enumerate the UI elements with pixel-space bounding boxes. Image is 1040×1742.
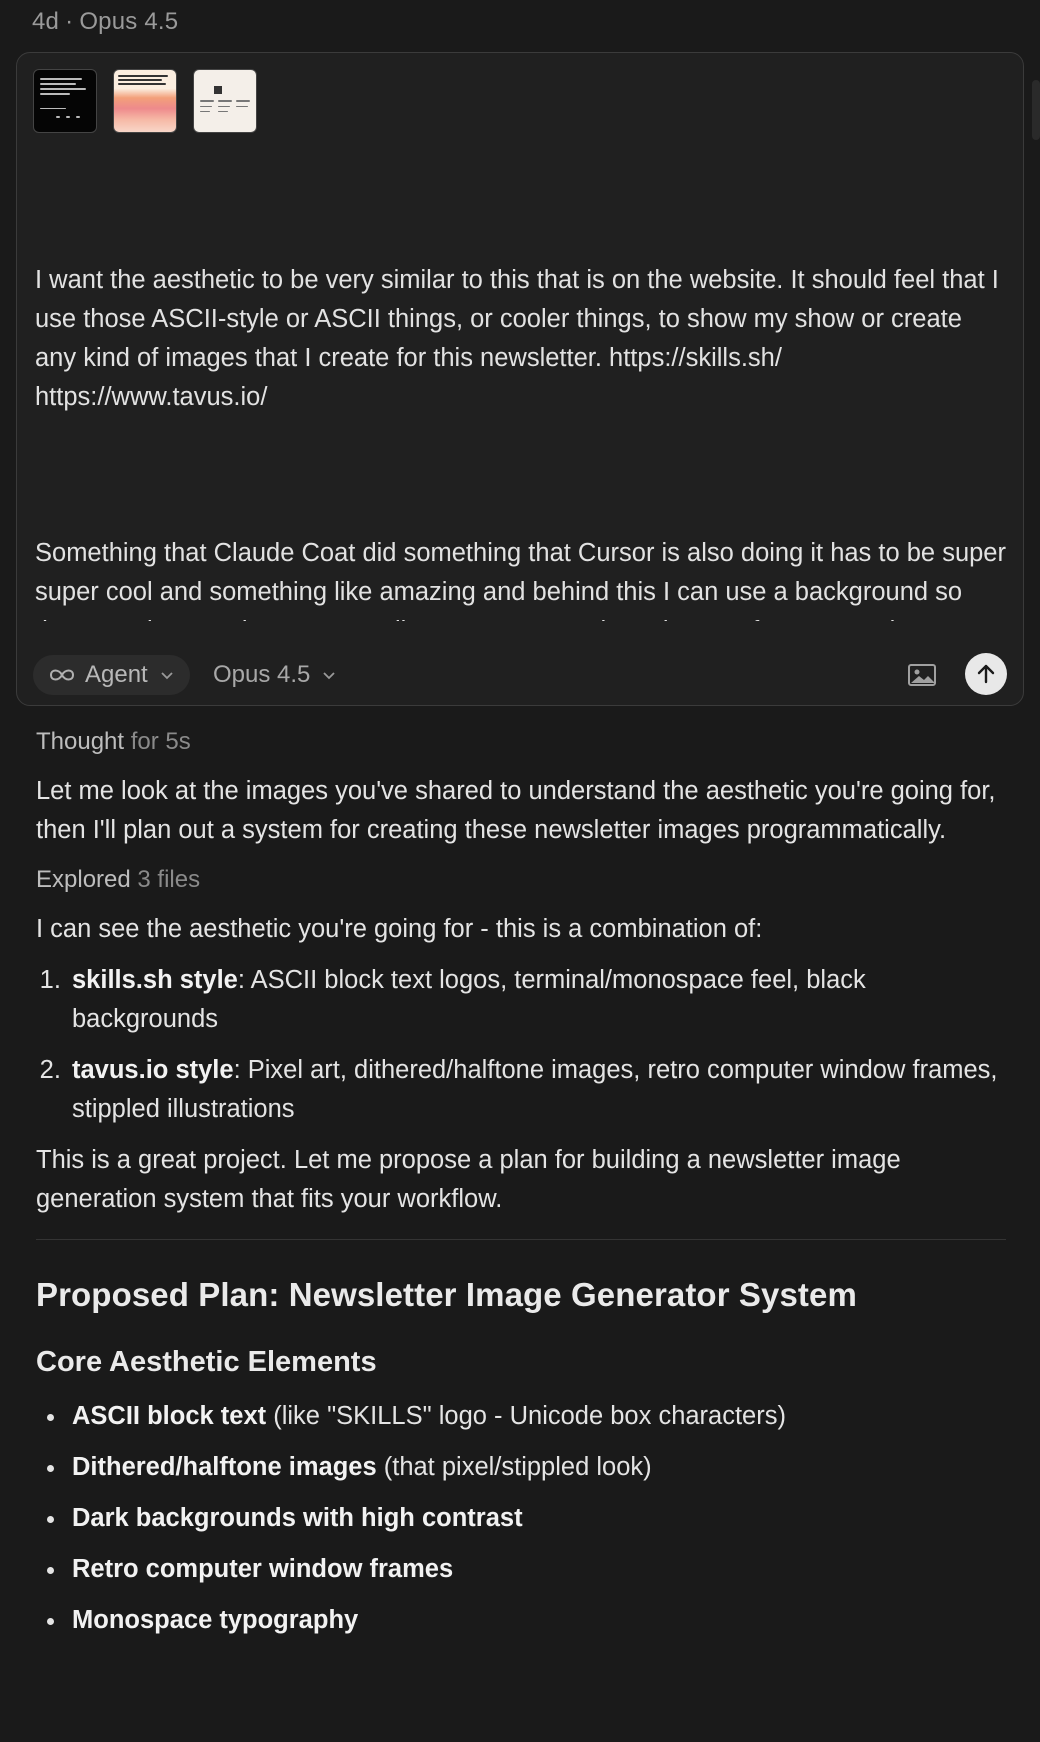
style-name: skills.sh style xyxy=(72,966,238,994)
agent-mode-selector[interactable]: Agent xyxy=(33,655,190,695)
core-elements-list: ASCII block text (like "SKILLS" logo - U… xyxy=(36,1397,1006,1640)
scrollbar-thumb[interactable] xyxy=(1032,80,1040,140)
list-item: skills.sh style: ASCII block text logos,… xyxy=(68,961,1006,1039)
message-composer[interactable]: I want the aesthetic to be very similar … xyxy=(16,52,1024,706)
arrow-up-icon xyxy=(977,664,995,684)
explored-label: Explored xyxy=(36,866,131,893)
model-selector[interactable]: Opus 4.5 xyxy=(213,655,336,695)
explored-count: 3 files xyxy=(137,866,201,893)
style-name: tavus.io style xyxy=(72,1056,234,1084)
thought-status[interactable]: Thought for 5s xyxy=(36,724,1006,760)
plan-title: Proposed Plan: Newsletter Image Generato… xyxy=(36,1276,857,1313)
message-age: 4d xyxy=(32,8,60,35)
element-bold: Dithered/halftone images xyxy=(72,1453,377,1481)
infinity-icon xyxy=(49,669,75,681)
element-bold: Dark backgrounds with high contrast xyxy=(72,1504,523,1532)
chevron-down-icon xyxy=(161,672,173,680)
assistant-response: Thought for 5s Let me look at the images… xyxy=(36,724,1006,1652)
message-meta: 4d · Opus 4.5 xyxy=(32,8,178,36)
list-item: tavus.io style: Pixel art, dithered/half… xyxy=(68,1051,1006,1129)
list-item: Dithered/halftone images (that pixel/sti… xyxy=(68,1448,1006,1487)
message-model: Opus 4.5 xyxy=(79,8,179,35)
composer-toolbar: Agent Opus 4.5 xyxy=(33,653,1007,697)
core-elements-title: Core Aesthetic Elements xyxy=(36,1346,377,1378)
image-attach-icon[interactable] xyxy=(907,661,937,689)
thought-duration: for 5s xyxy=(130,728,191,755)
style-list: skills.sh style: ASCII block text logos,… xyxy=(36,961,1006,1129)
element-rest: (that pixel/stippled look) xyxy=(376,1453,652,1481)
element-rest: (like "SKILLS" logo - Unicode box charac… xyxy=(266,1402,786,1430)
list-item: ASCII block text (like "SKILLS" logo - U… xyxy=(68,1397,1006,1436)
model-selector-label: Opus 4.5 xyxy=(213,661,311,688)
aesthetic-intro: I can see the aesthetic you're going for… xyxy=(36,915,763,943)
element-bold: ASCII block text xyxy=(72,1402,267,1430)
response-intro: Let me look at the images you've shared … xyxy=(36,777,996,844)
meta-separator: · xyxy=(65,8,74,35)
element-bold: Monospace typography xyxy=(72,1606,359,1634)
attachment-thumbnail-1[interactable] xyxy=(33,69,97,133)
list-item: Dark backgrounds with high contrast xyxy=(68,1499,1006,1538)
explored-status[interactable]: Explored 3 files xyxy=(36,862,1006,898)
list-item: Monospace typography xyxy=(68,1601,1006,1640)
attachment-thumbnail-2[interactable] xyxy=(113,69,177,133)
thought-label: Thought xyxy=(36,728,125,755)
list-item: Retro computer window frames xyxy=(68,1550,1006,1589)
attachment-thumbnail-3[interactable] xyxy=(193,69,257,133)
send-button[interactable] xyxy=(965,653,1007,695)
agent-mode-label: Agent xyxy=(85,661,148,688)
composer-paragraph-1: I want the aesthetic to be very similar … xyxy=(35,266,1006,411)
attachment-list xyxy=(33,69,257,133)
composer-paragraph-2: Something that Claude Coat did something… xyxy=(35,539,1006,621)
project-note: This is a great project. Let me propose … xyxy=(36,1146,901,1213)
composer-input[interactable]: I want the aesthetic to be very similar … xyxy=(35,183,1009,621)
chevron-down-icon xyxy=(323,672,336,680)
element-bold: Retro computer window frames xyxy=(72,1555,454,1583)
